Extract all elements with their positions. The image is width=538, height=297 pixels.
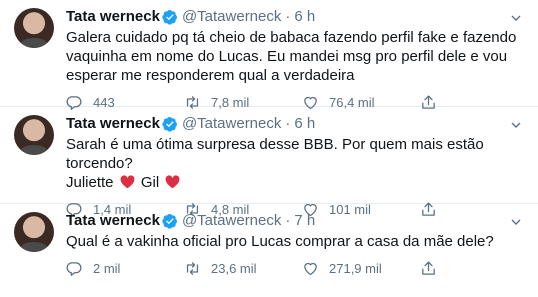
- candidate-name: Gil: [140, 174, 160, 191]
- red-heart-emoji-icon: [165, 175, 180, 189]
- tweet-text: Galera cuidado pq tá cheio de babaca faz…: [66, 29, 521, 84]
- reply-icon: [66, 261, 82, 276]
- author-handle[interactable]: @Tatawerneck: [182, 8, 281, 26]
- timestamp[interactable]: 6 h: [294, 115, 315, 133]
- separator-dot: ·: [285, 212, 291, 229]
- reply-button[interactable]: 2 mil: [66, 260, 184, 277]
- chevron-down-icon[interactable]: [508, 117, 524, 133]
- verified-badge-icon: [162, 10, 177, 25]
- retweet-button[interactable]: 23,6 mil: [184, 260, 302, 277]
- retweet-count: 23,6 mil: [211, 260, 257, 276]
- author-name[interactable]: Tata werneck: [66, 8, 160, 26]
- chevron-down-icon[interactable]: [508, 10, 524, 26]
- retweet-icon: [186, 261, 199, 275]
- reply-count: 2 mil: [93, 260, 121, 276]
- tweet-text-line: Sarah é uma ótima surpresa desse BBB. Po…: [66, 136, 488, 172]
- like-count: 271,9 mil: [329, 260, 382, 276]
- share-icon: [422, 260, 435, 275]
- tweet-text: Sarah é uma ótima surpresa desse BBB. Po…: [66, 135, 526, 192]
- like-button[interactable]: 271,9 mil: [302, 260, 420, 277]
- tweet[interactable]: Tata werneck @Tatawerneck · 6 h Sarah é …: [0, 107, 538, 217]
- tweet-header: Tata werneck @Tatawerneck · 6 h: [66, 8, 526, 26]
- avatar[interactable]: [14, 8, 54, 48]
- tweet[interactable]: Tata werneck @Tatawerneck · 7 h Qual é a…: [0, 204, 538, 297]
- avatar[interactable]: [14, 212, 54, 252]
- share-button[interactable]: [420, 260, 447, 277]
- tweet[interactable]: Tata werneck @Tatawerneck · 6 h Galera c…: [0, 0, 538, 110]
- tweet-text: Qual é a vakinha oficial pro Lucas compr…: [66, 233, 494, 250]
- verified-badge-icon: [162, 117, 177, 132]
- avatar[interactable]: [14, 115, 54, 155]
- timestamp[interactable]: 7 h: [294, 212, 315, 230]
- separator-dot: ·: [285, 115, 291, 132]
- candidate-name: Juliette: [66, 174, 114, 191]
- author-name[interactable]: Tata werneck: [66, 212, 160, 230]
- author-name[interactable]: Tata werneck: [66, 115, 160, 133]
- red-heart-emoji-icon: [120, 175, 135, 189]
- chevron-down-icon[interactable]: [508, 214, 524, 230]
- timestamp[interactable]: 6 h: [294, 8, 315, 26]
- separator-dot: ·: [285, 8, 291, 25]
- tweet-header: Tata werneck @Tatawerneck · 6 h: [66, 115, 526, 133]
- heart-icon: [304, 262, 317, 275]
- tweet-header: Tata werneck @Tatawerneck · 7 h: [66, 212, 526, 230]
- verified-badge-icon: [162, 214, 177, 229]
- tweet-feed: Tata werneck @Tatawerneck · 6 h Galera c…: [0, 0, 538, 297]
- author-handle[interactable]: @Tatawerneck: [182, 212, 281, 230]
- author-handle[interactable]: @Tatawerneck: [182, 115, 281, 133]
- tweet-actions: 2 mil 23,6 mil 271,9 mil: [66, 251, 526, 285]
